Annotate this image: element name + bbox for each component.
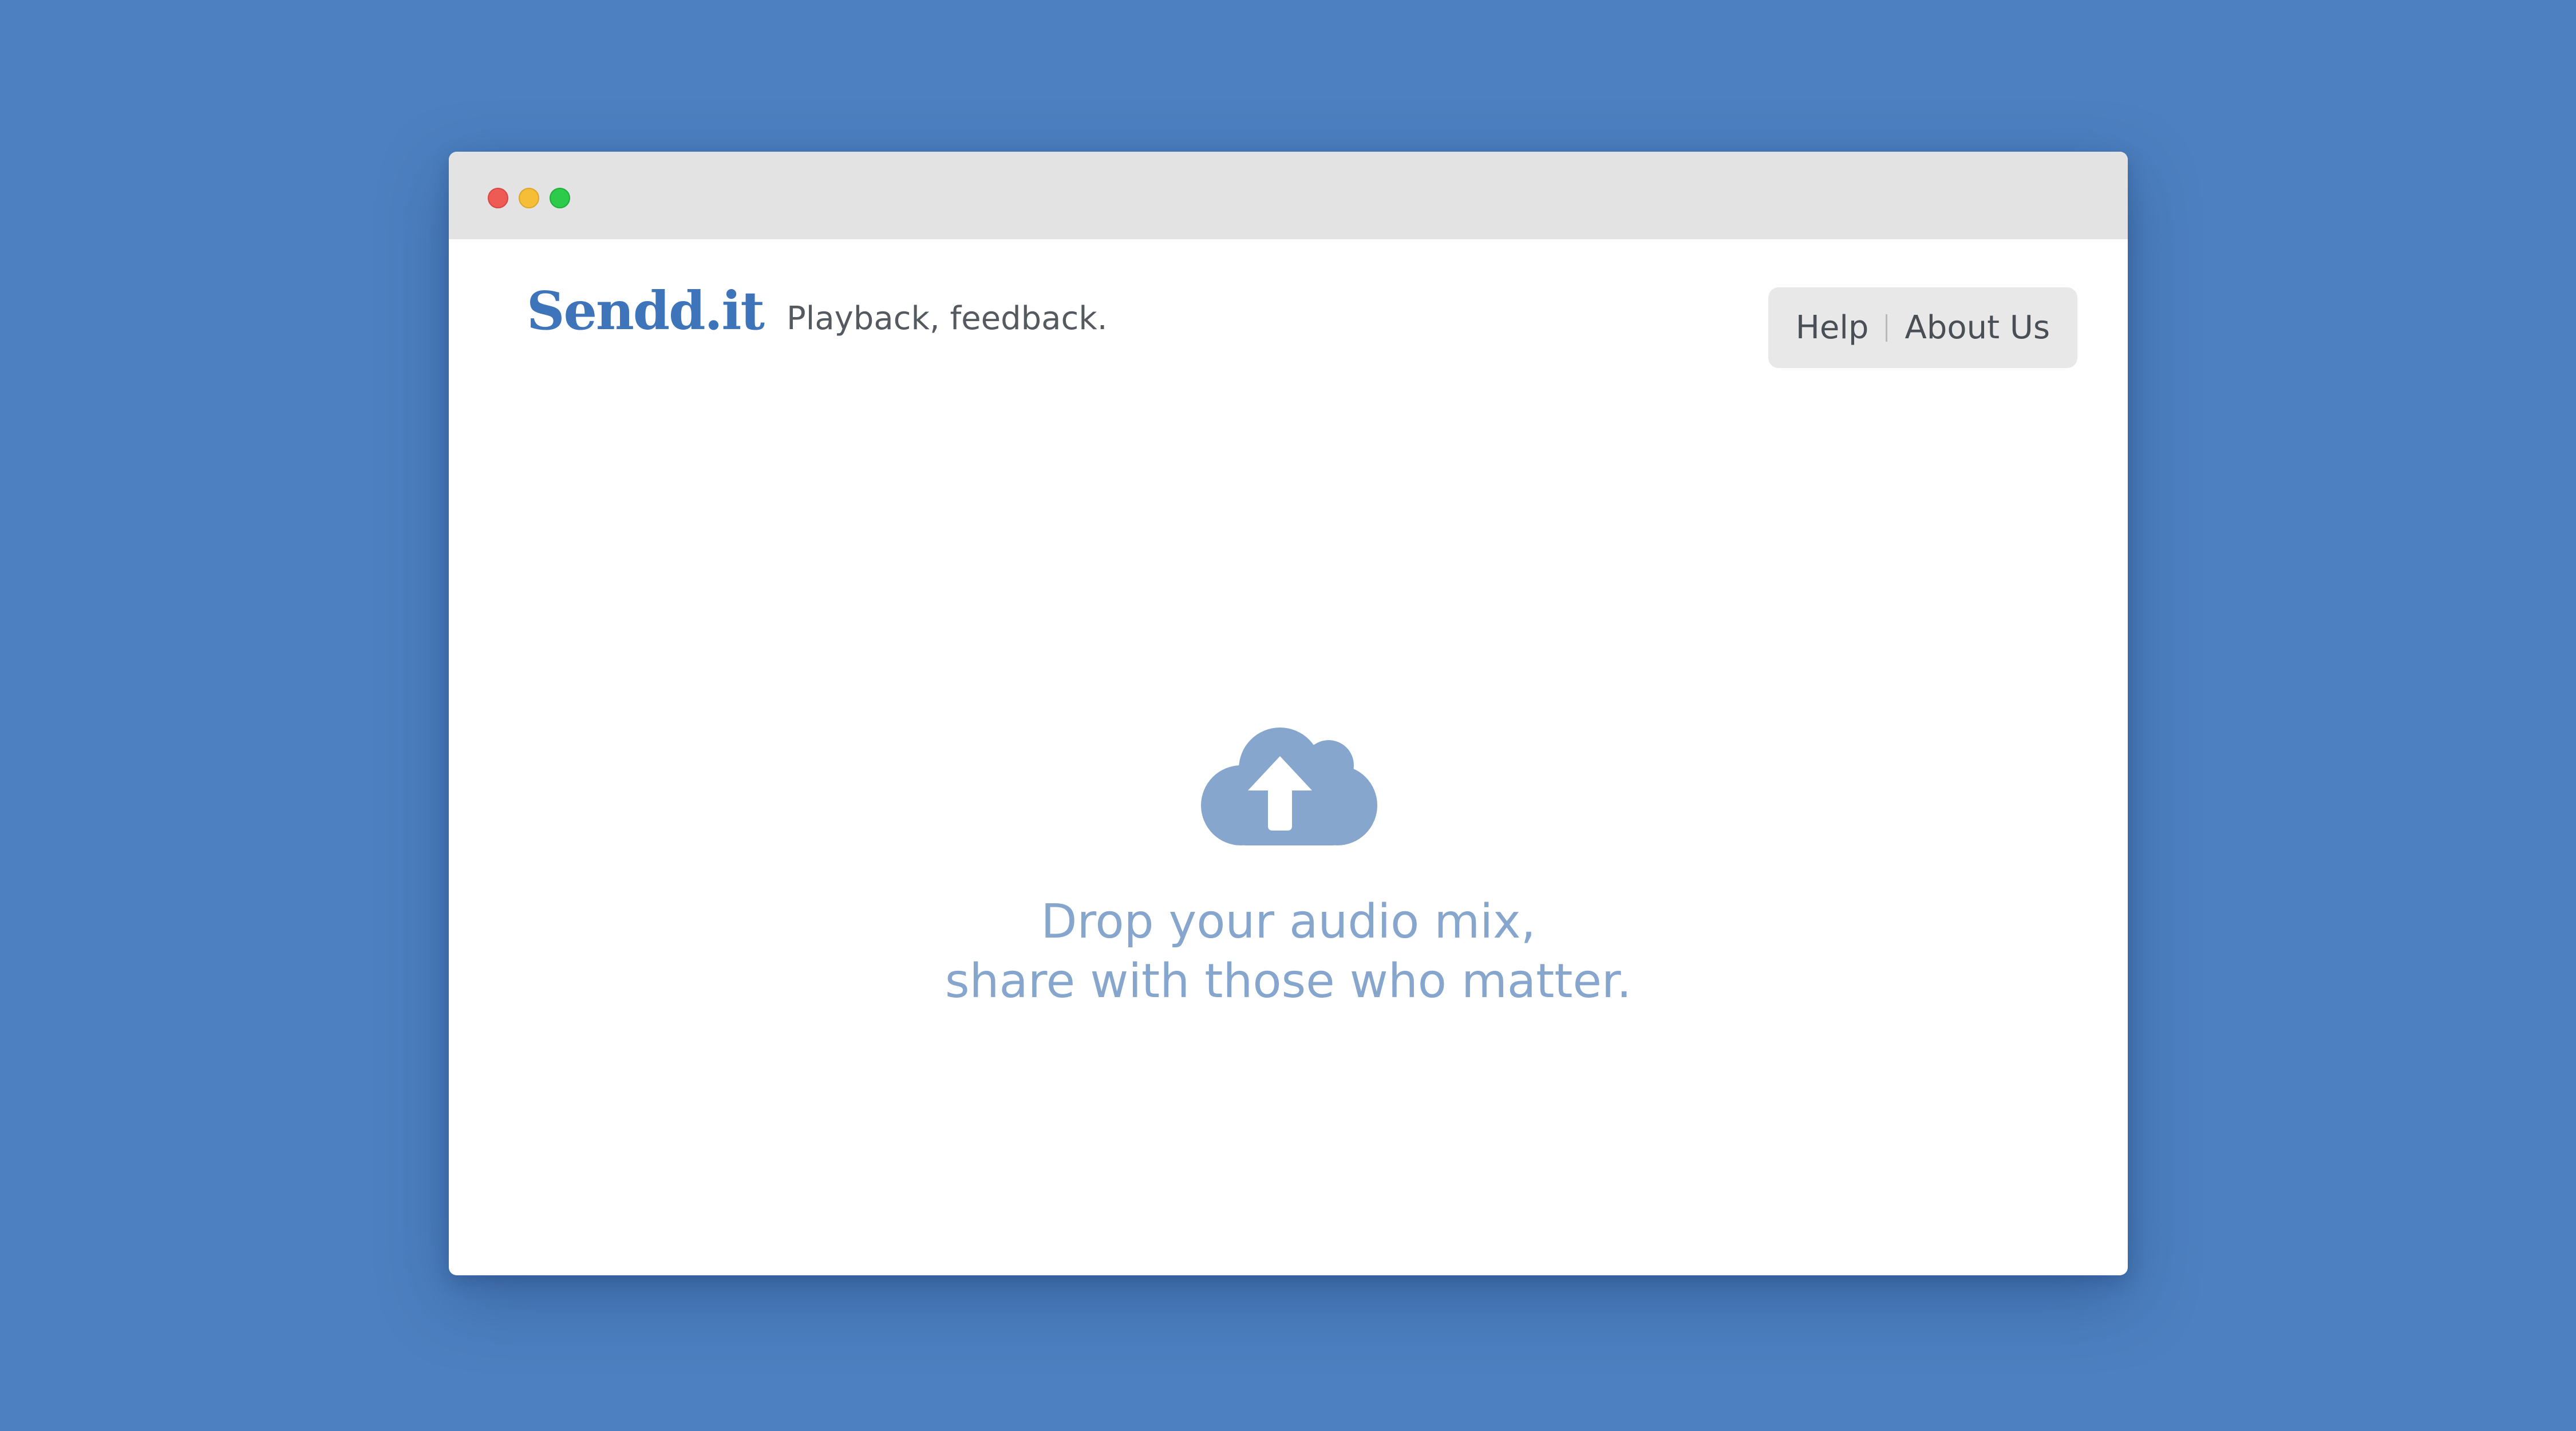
audio-drop-zone[interactable]: Drop your audio mix, share with those wh… [449, 724, 2128, 1159]
maximize-window-button[interactable] [550, 188, 570, 208]
minimize-window-button[interactable] [519, 188, 539, 208]
top-nav: Help About Us [1768, 287, 2077, 368]
cloud-upload-icon [1200, 728, 1377, 845]
brand-header: Sendd.it Playback, feedback. [527, 284, 1108, 337]
window-titlebar [449, 152, 2128, 239]
site-logo[interactable]: Sendd.it [527, 284, 765, 337]
close-window-button[interactable] [488, 188, 508, 208]
drop-instructions-line-1: Drop your audio mix, [1041, 895, 1536, 949]
about-us-link[interactable]: About Us [1905, 311, 2050, 344]
nav-divider [1886, 314, 1888, 342]
drop-instructions-line-2: share with those who matter. [945, 954, 1632, 1009]
browser-window: Sendd.it Playback, feedback. Help About … [449, 152, 2128, 1275]
help-link[interactable]: Help [1796, 311, 1869, 344]
drop-instructions: Drop your audio mix, share with those wh… [945, 892, 1631, 1011]
site-tagline: Playback, feedback. [787, 300, 1108, 337]
